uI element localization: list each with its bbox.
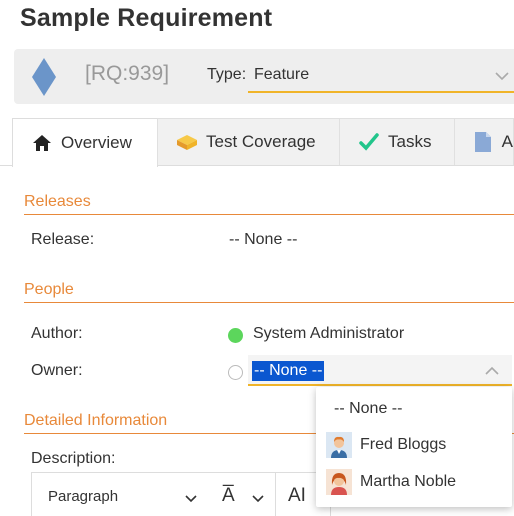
tab-label: A	[501, 132, 513, 151]
tab-label: Overview	[61, 133, 132, 152]
type-select-underline	[248, 91, 514, 93]
chevron-up-icon[interactable]	[484, 363, 500, 379]
tab-label: Test Coverage	[206, 132, 316, 151]
font-size-icon[interactable]: AI	[288, 485, 306, 507]
owner-status-dot	[228, 365, 243, 380]
owner-select[interactable]: -- None --	[248, 355, 512, 386]
dropdown-option-martha-noble[interactable]: Martha Noble	[316, 464, 512, 500]
tab-tasks[interactable]: Tasks	[339, 118, 455, 165]
tab-attachments[interactable]: A	[454, 118, 514, 165]
document-icon	[473, 131, 494, 153]
dropdown-option-none[interactable]: -- None --	[316, 391, 512, 427]
section-releases-title: Releases	[24, 193, 91, 210]
chevron-down-icon[interactable]	[494, 68, 510, 84]
type-select-value[interactable]: Feature	[254, 66, 309, 84]
page-title: Sample Requirement	[20, 4, 273, 32]
requirement-token: [RQ:939]	[85, 62, 170, 85]
author-label: Author:	[31, 325, 83, 342]
description-label: Description:	[31, 450, 116, 467]
author-status-dot	[228, 328, 243, 343]
toolbar-separator	[275, 473, 276, 516]
dropdown-option-fred-bloggs[interactable]: Fred Bloggs	[316, 427, 512, 463]
owner-selected-value[interactable]: -- None --	[252, 361, 325, 381]
release-label: Release:	[31, 231, 95, 248]
dropdown-option-label: Martha Noble	[360, 473, 457, 490]
section-divider	[24, 214, 514, 215]
requirement-diamond-icon	[32, 58, 56, 96]
section-divider	[24, 302, 514, 303]
font-style-icon[interactable]: A̅	[222, 485, 235, 507]
owner-label: Owner:	[31, 362, 83, 379]
test-coverage-icon	[176, 131, 198, 153]
section-people-title: People	[24, 281, 74, 298]
paragraph-format-select[interactable]: Paragraph	[48, 488, 118, 505]
section-detailed-title: Detailed Information	[24, 412, 168, 429]
type-label: Type:	[207, 66, 247, 83]
release-value[interactable]: -- None --	[229, 231, 297, 249]
editor-toolbar: Paragraph A̅ AI	[31, 472, 331, 516]
tab-label: Tasks	[388, 132, 432, 151]
male-avatar-icon	[326, 432, 352, 458]
tab-overview[interactable]: Overview	[12, 118, 158, 167]
home-icon	[31, 132, 53, 154]
checkmark-icon	[358, 131, 380, 153]
chevron-down-icon[interactable]	[184, 492, 198, 506]
dropdown-option-label: Fred Bloggs	[360, 436, 447, 453]
owner-dropdown: -- None -- Fred Bloggs Martha Noble	[316, 387, 512, 507]
chevron-down-icon[interactable]	[251, 492, 265, 506]
dropdown-option-label: -- None --	[334, 400, 403, 417]
tab-test-coverage[interactable]: Test Coverage	[157, 118, 340, 165]
female-avatar-icon	[326, 469, 352, 495]
author-value[interactable]: System Administrator	[253, 325, 404, 343]
